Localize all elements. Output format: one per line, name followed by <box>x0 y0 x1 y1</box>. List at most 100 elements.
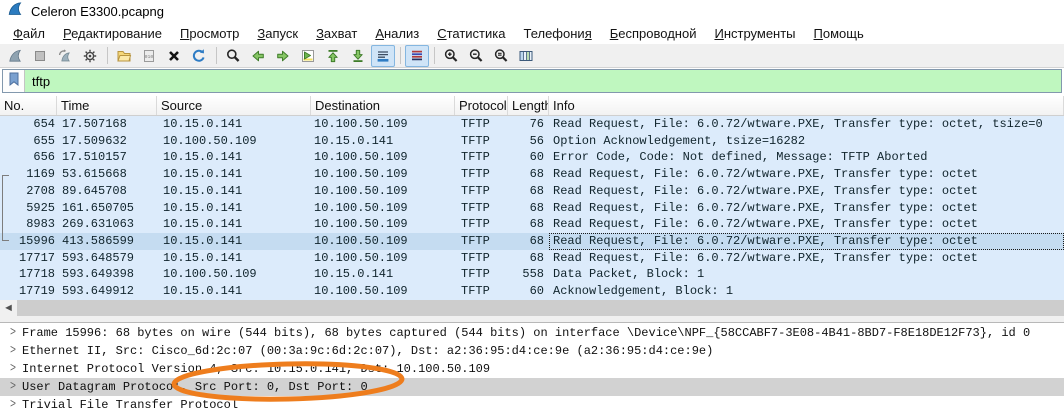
capture-options-button[interactable] <box>78 45 102 67</box>
zoom-reset-icon <box>493 48 509 64</box>
cell-dst: 10.100.50.109 <box>311 216 455 233</box>
cell-src: 10.100.50.109 <box>157 133 311 150</box>
cell-src: 10.15.0.141 <box>157 183 311 200</box>
zoom-in-icon <box>443 48 459 64</box>
cell-no: 17717 <box>0 250 57 267</box>
start-capture-button[interactable] <box>3 45 27 67</box>
reload-file-button[interactable] <box>187 45 211 67</box>
packet-row-5925[interactable]: 5925161.65070510.15.0.14110.100.50.109TF… <box>0 200 1064 217</box>
go-last-button[interactable] <box>346 45 370 67</box>
resize-columns-button[interactable] <box>514 45 538 67</box>
cell-dst: 10.15.0.141 <box>311 133 455 150</box>
menu-go[interactable]: Запуск <box>248 24 307 43</box>
cell-time: 17.510157 <box>57 149 157 166</box>
menu-file[interactable]: Файл <box>4 24 54 43</box>
cell-no: 654 <box>0 116 57 133</box>
detail-row-tftp[interactable]: >Trivial File Transfer Protocol <box>0 396 1064 413</box>
column-header-info[interactable]: Info <box>549 96 1064 115</box>
column-header-protocol[interactable]: Protocol <box>455 96 508 115</box>
packet-row-17717[interactable]: 17717593.64857910.15.0.14110.100.50.109T… <box>0 250 1064 267</box>
menu-capture[interactable]: Захват <box>307 24 366 43</box>
go-first-button[interactable] <box>321 45 345 67</box>
zoom-reset-button[interactable] <box>489 45 513 67</box>
cell-info: Data Packet, Block: 1 <box>549 266 1064 283</box>
detail-row-text: Ethernet II, Src: Cisco_6d:2c:07 (00:3a:… <box>22 344 713 358</box>
cell-len: 56 <box>508 133 549 150</box>
menu-wireless[interactable]: Беспроводной <box>601 24 706 43</box>
cell-dst: 10.100.50.109 <box>311 166 455 183</box>
menu-help[interactable]: Помощь <box>805 24 873 43</box>
expand-chevron-icon[interactable]: > <box>6 398 20 412</box>
cell-proto: TFTP <box>455 216 508 233</box>
cell-time: 89.645708 <box>57 183 157 200</box>
filter-bookmark-button[interactable] <box>3 70 25 92</box>
menu-bar: ФайлРедактированиеПросмотрЗапускЗахватАн… <box>0 22 1064 44</box>
related-packets-bracket <box>2 175 9 242</box>
display-filter-input[interactable]: tftp <box>2 69 1062 93</box>
go-back-button[interactable] <box>246 45 270 67</box>
column-header-no[interactable]: No. <box>0 96 57 115</box>
expand-chevron-icon[interactable]: > <box>6 344 20 358</box>
detail-row-ip[interactable]: >Internet Protocol Version 4, Src: 10.15… <box>0 360 1064 378</box>
column-header-time[interactable]: Time <box>57 96 157 115</box>
packet-list: 65417.50716810.15.0.14110.100.50.109TFTP… <box>0 116 1064 300</box>
go-forward-button[interactable] <box>271 45 295 67</box>
zoom-out-button[interactable] <box>464 45 488 67</box>
expand-chevron-icon[interactable]: > <box>6 326 20 340</box>
find-packet-button[interactable] <box>221 45 245 67</box>
packet-row-17718[interactable]: 17718593.64939810.100.50.10910.15.0.141T… <box>0 266 1064 283</box>
cell-src: 10.15.0.141 <box>157 116 311 133</box>
detail-row-ethernet[interactable]: >Ethernet II, Src: Cisco_6d:2c:07 (00:3a… <box>0 342 1064 360</box>
detail-row-frame[interactable]: >Frame 15996: 68 bytes on wire (544 bits… <box>0 324 1064 342</box>
menu-edit[interactable]: Редактирование <box>54 24 171 43</box>
menu-statistics[interactable]: Статистика <box>428 24 514 43</box>
scrollbar-thumb[interactable] <box>17 300 1064 316</box>
horizontal-scrollbar[interactable]: ◄ <box>0 300 1064 316</box>
packet-row-17719[interactable]: 17719593.64991210.15.0.14110.100.50.109T… <box>0 283 1064 300</box>
open-file-button[interactable] <box>112 45 136 67</box>
go-forward-icon <box>275 48 291 64</box>
packet-row-654[interactable]: 65417.50716810.15.0.14110.100.50.109TFTP… <box>0 116 1064 133</box>
expand-chevron-icon[interactable]: > <box>6 362 20 376</box>
expand-chevron-icon[interactable]: > <box>6 380 20 394</box>
packet-row-656[interactable]: 65617.51015710.15.0.14110.100.50.109TFTP… <box>0 149 1064 166</box>
toolbar-separator <box>216 47 217 64</box>
column-header-length[interactable]: Length <box>508 96 549 115</box>
auto-scroll-button[interactable] <box>371 45 395 67</box>
packet-row-655[interactable]: 65517.50963210.100.50.10910.15.0.141TFTP… <box>0 133 1064 150</box>
column-header-destination[interactable]: Destination <box>311 96 455 115</box>
cell-src: 10.15.0.141 <box>157 200 311 217</box>
scroll-left-button[interactable]: ◄ <box>0 300 17 316</box>
detail-row-udp[interactable]: >User Datagram Protocol, Src Port: 0, Ds… <box>0 378 1064 396</box>
cell-src: 10.15.0.141 <box>157 250 311 267</box>
save-file-button[interactable]: 010 <box>137 45 161 67</box>
menu-view[interactable]: Просмотр <box>171 24 248 43</box>
packet-row-15996[interactable]: 15996413.58659910.15.0.14110.100.50.109T… <box>0 233 1064 250</box>
packet-row-8983[interactable]: 8983269.63106310.15.0.14110.100.50.109TF… <box>0 216 1064 233</box>
column-header-source[interactable]: Source <box>157 96 311 115</box>
cell-src: 10.15.0.141 <box>157 216 311 233</box>
menu-telephony[interactable]: Телефония <box>514 24 600 43</box>
menu-tools[interactable]: Инструменты <box>705 24 804 43</box>
packet-list-header: No.TimeSourceDestinationProtocolLengthIn… <box>0 96 1064 116</box>
cell-dst: 10.15.0.141 <box>311 266 455 283</box>
cell-proto: TFTP <box>455 149 508 166</box>
menu-analyze[interactable]: Анализ <box>366 24 428 43</box>
cell-time: 53.615668 <box>57 166 157 183</box>
packet-row-1169[interactable]: 116953.61566810.15.0.14110.100.50.109TFT… <box>0 166 1064 183</box>
filter-toolbar: tftp <box>0 68 1064 94</box>
window-title: Celeron E3300.pcapng <box>31 4 164 19</box>
cell-proto: TFTP <box>455 283 508 300</box>
cell-time: 593.649912 <box>57 283 157 300</box>
cell-len: 68 <box>508 216 549 233</box>
zoom-in-button[interactable] <box>439 45 463 67</box>
restart-capture-button[interactable] <box>53 45 77 67</box>
cell-time: 593.648579 <box>57 250 157 267</box>
cell-proto: TFTP <box>455 266 508 283</box>
go-to-packet-button[interactable] <box>296 45 320 67</box>
packet-row-2708[interactable]: 270889.64570810.15.0.14110.100.50.109TFT… <box>0 183 1064 200</box>
stop-capture-button[interactable] <box>28 45 52 67</box>
cell-proto: TFTP <box>455 166 508 183</box>
close-file-button[interactable] <box>162 45 186 67</box>
colorize-button[interactable] <box>405 45 429 67</box>
